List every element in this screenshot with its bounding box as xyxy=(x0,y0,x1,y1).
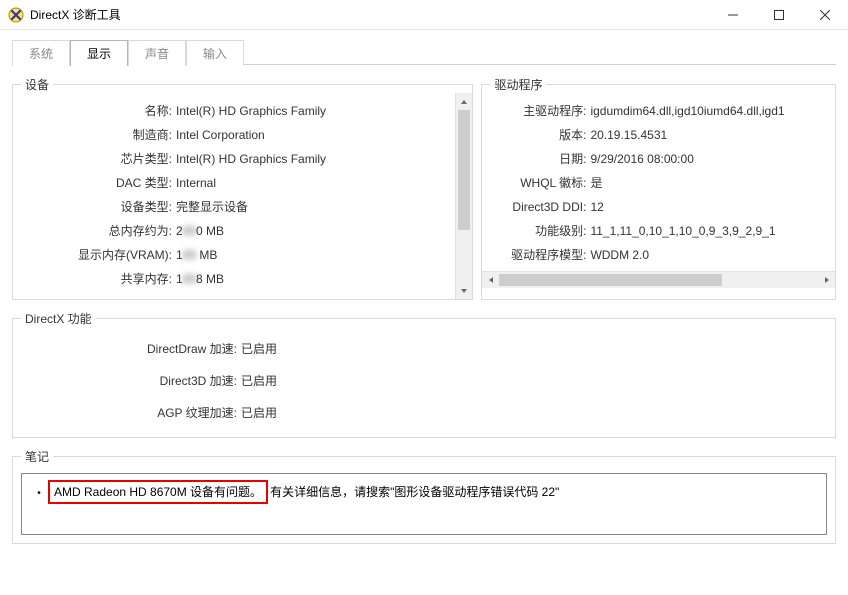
notes-group: 笔记 • AMD Radeon HD 8670M 设备有问题。 有关详细信息，请… xyxy=(12,448,836,544)
value-text: 0 MB xyxy=(196,224,224,238)
tab-input[interactable]: 输入 xyxy=(186,40,244,66)
value: Intel(R) HD Graphics Family xyxy=(176,147,326,171)
bullet-icon: • xyxy=(30,488,48,499)
notes-legend: 笔记 xyxy=(21,448,53,465)
device-legend: 设备 xyxy=(21,76,53,93)
window-title: DirectX 诊断工具 xyxy=(30,6,121,23)
value: 100 MB xyxy=(176,243,217,267)
value-text: 2 xyxy=(176,224,183,238)
label: 功能级别: xyxy=(490,219,590,243)
driver-legend: 驱动程序 xyxy=(490,76,546,93)
dx-legend: DirectX 功能 xyxy=(21,310,96,327)
device-group: 设备 名称:Intel(R) HD Graphics Family 制造商:In… xyxy=(12,76,473,300)
scroll-left-icon[interactable] xyxy=(482,272,499,288)
close-button[interactable] xyxy=(802,0,848,30)
label: 驱动程序模型: xyxy=(490,243,590,267)
titlebar: DirectX 诊断工具 xyxy=(0,0,848,30)
value-text: 1 xyxy=(176,272,183,286)
value: Internal xyxy=(176,171,216,195)
label: WHQL 徽标: xyxy=(490,171,590,195)
label: 设备类型: xyxy=(21,195,176,219)
value: igdumdim64.dll,igd10iumd64.dll,igd1 xyxy=(590,99,784,123)
label: 制造商: xyxy=(21,123,176,147)
tab-system[interactable]: 系统 xyxy=(12,40,70,66)
value-text: 8 MB xyxy=(196,272,224,286)
label: Direct3D DDI: xyxy=(490,195,590,219)
value: Intel Corporation xyxy=(176,123,265,147)
value: 已启用 xyxy=(241,333,277,365)
value: 已启用 xyxy=(241,397,277,429)
value: WDDM 2.0 xyxy=(590,243,649,267)
value: 已启用 xyxy=(241,365,277,397)
value: 1008 MB xyxy=(176,267,224,291)
label: DirectDraw 加速: xyxy=(21,333,241,365)
label: 版本: xyxy=(490,123,590,147)
label: 主驱动程序: xyxy=(490,99,590,123)
note-highlight: AMD Radeon HD 8670M 设备有问题。 xyxy=(48,480,268,504)
scroll-down-icon[interactable] xyxy=(456,282,472,299)
label: 名称: xyxy=(21,99,176,123)
label: 日期: xyxy=(490,147,590,171)
value-text: 1 xyxy=(176,248,183,262)
value-text: MB xyxy=(196,248,217,262)
value: 是 xyxy=(590,171,602,195)
scroll-up-icon[interactable] xyxy=(456,93,472,110)
label: Direct3D 加速: xyxy=(21,365,241,397)
notes-textbox[interactable]: • AMD Radeon HD 8670M 设备有问题。 有关详细信息，请搜索"… xyxy=(21,473,827,535)
scroll-track[interactable] xyxy=(499,272,818,288)
label: AGP 纹理加速: xyxy=(21,397,241,429)
value: 12 xyxy=(590,195,603,219)
label: 共享内存: xyxy=(21,267,176,291)
tab-display[interactable]: 显示 xyxy=(70,40,128,66)
scroll-track[interactable] xyxy=(456,110,472,282)
app-icon xyxy=(8,7,24,23)
label: 总内存约为: xyxy=(21,219,176,243)
value: 20.19.15.4531 xyxy=(590,123,667,147)
value: 完整显示设备 xyxy=(176,195,248,219)
scroll-thumb[interactable] xyxy=(499,274,722,286)
value: 2000 MB xyxy=(176,219,224,243)
value: 11_1,11_0,10_1,10_0,9_3,9_2,9_1 xyxy=(590,219,775,243)
scroll-thumb[interactable] xyxy=(458,110,470,230)
driver-hscrollbar[interactable] xyxy=(482,271,835,288)
value: Intel(R) HD Graphics Family xyxy=(176,99,326,123)
driver-group: 驱动程序 主驱动程序:igdumdim64.dll,igd10iumd64.dl… xyxy=(481,76,836,300)
device-vscrollbar[interactable] xyxy=(455,93,472,299)
tab-sound[interactable]: 声音 xyxy=(128,40,186,66)
directx-features-group: DirectX 功能 DirectDraw 加速:已启用 Direct3D 加速… xyxy=(12,310,836,438)
label: DAC 类型: xyxy=(21,171,176,195)
maximize-button[interactable] xyxy=(756,0,802,30)
note-tail: 有关详细信息，请搜索"图形设备驱动程序错误代码 22" xyxy=(268,483,559,500)
label: 芯片类型: xyxy=(21,147,176,171)
label: 显示内存(VRAM): xyxy=(21,243,176,267)
minimize-button[interactable] xyxy=(710,0,756,30)
value: 9/29/2016 08:00:00 xyxy=(590,147,693,171)
tab-bar: 系统 显示 声音 输入 xyxy=(12,40,836,65)
note-row: • AMD Radeon HD 8670M 设备有问题。 有关详细信息，请搜索"… xyxy=(30,480,818,504)
scroll-right-icon[interactable] xyxy=(818,272,835,288)
